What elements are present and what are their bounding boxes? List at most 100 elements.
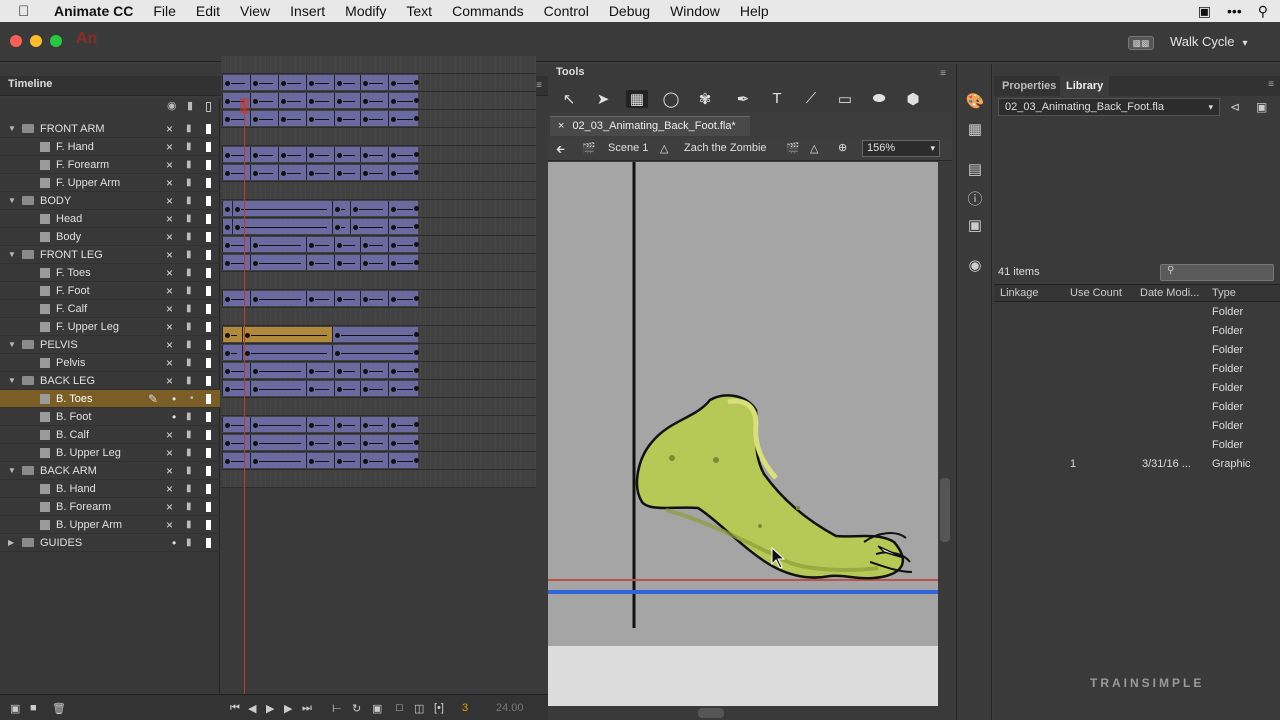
free-transform-tool-icon[interactable]: ▦ [626,90,648,108]
keyframe[interactable] [391,207,396,212]
tween-span[interactable] [232,201,332,216]
oval-tool-icon[interactable]: ⬬ [868,90,890,107]
lock-icon[interactable]: ▮ [186,321,192,332]
keyframe[interactable] [309,153,314,158]
hidden-x-icon[interactable]: × [166,500,173,514]
keyframe[interactable] [309,81,314,86]
close-tab-icon[interactable]: × [558,120,564,132]
keyframe[interactable] [235,225,240,230]
tween-span[interactable] [360,237,388,252]
keyframe[interactable] [337,243,342,248]
keyframe[interactable] [391,171,396,176]
tween-span[interactable] [306,111,334,126]
tween-span[interactable] [350,201,388,216]
edit-symbol-icon[interactable]: △ [810,142,818,155]
layer-name[interactable]: B. Upper Arm [56,519,122,531]
spotlight-search-icon[interactable]: ⚲ [1258,3,1268,20]
tween-span[interactable] [222,327,242,342]
info-panel-icon[interactable]: ⓘ [965,188,985,209]
tween-span[interactable] [222,345,242,360]
frame-row[interactable] [221,146,536,164]
library-item[interactable]: Folder [994,323,1280,342]
menu-commands[interactable]: Commands [452,3,524,19]
onion-outline-icon[interactable]: □ [396,702,403,714]
keyframe[interactable] [225,117,230,122]
outline-color-icon[interactable] [206,465,211,476]
keyframe[interactable] [391,81,396,86]
tween-span[interactable] [278,111,306,126]
keyframe[interactable] [253,297,258,302]
library-item[interactable]: 1 3/31/16 ... Graphic [994,456,1280,475]
keyframe[interactable] [225,153,230,158]
stage-artwork[interactable] [548,162,938,706]
tween-span[interactable] [306,147,334,162]
keyframe[interactable] [225,351,230,356]
tab-library[interactable]: Library [1060,76,1110,96]
keyframe[interactable] [253,387,258,392]
tween-span[interactable] [360,93,388,108]
keyframe[interactable] [253,459,258,464]
keyframe[interactable] [309,423,314,428]
keyframe[interactable] [253,99,258,104]
keyframe[interactable] [391,99,396,104]
outline-color-icon[interactable] [206,213,211,224]
tween-span[interactable] [242,345,332,360]
menu-file[interactable]: File [153,3,176,19]
show-hide-all-icon[interactable]: ◉ [167,99,177,112]
keyframe[interactable] [414,206,419,211]
keyframe[interactable] [281,117,286,122]
keyframe[interactable] [335,351,340,356]
frame-row[interactable] [221,182,536,200]
keyframe[interactable] [363,171,368,176]
keyframe[interactable] [225,387,230,392]
lock-icon[interactable]: ▮ [186,501,192,512]
swatches-panel-icon[interactable]: ▦ [965,120,985,138]
keyframe[interactable] [253,423,258,428]
apple-icon[interactable]:  [18,3,36,20]
tween-span[interactable] [306,75,334,90]
layer-folder[interactable]: ▼ BACK LEG × ▮ [0,372,220,390]
library-item[interactable]: Folder [994,418,1280,437]
go-to-last-frame-icon[interactable]: ⏭ [302,702,312,715]
layer-name[interactable]: B. Forearm [56,501,111,513]
keyframe[interactable] [309,117,314,122]
frame-row[interactable] [221,110,536,128]
keyframe[interactable] [414,116,419,121]
library-item[interactable]: Folder [994,380,1280,399]
keyframe[interactable] [391,387,396,392]
color-panel-icon[interactable]: 🎨 [965,92,985,110]
collapse-triangle-icon[interactable]: ▼ [8,340,18,349]
tween-span[interactable] [334,93,360,108]
keyframe[interactable] [337,459,342,464]
edit-multiple-frames-icon[interactable]: ◫ [414,702,424,715]
tween-span[interactable] [360,75,388,90]
layer-folder[interactable]: ▼ BODY × ▮ [0,192,220,210]
keyframe[interactable] [225,423,230,428]
visible-dot-icon[interactable]: • [172,392,176,406]
tween-span[interactable] [250,93,278,108]
tween-span[interactable] [242,327,332,342]
layer-name[interactable]: B. Foot [56,411,91,423]
hidden-x-icon[interactable]: × [166,428,173,442]
hidden-x-icon[interactable]: × [166,248,173,262]
outline-all-icon[interactable] [206,102,211,112]
outline-color-icon[interactable] [206,321,211,332]
frame-row[interactable] [221,344,536,362]
keyframe[interactable] [337,423,342,428]
outline-color-icon[interactable] [206,231,211,242]
lock-icon[interactable]: ▮ [186,357,192,368]
lock-icon[interactable]: ▮ [186,177,192,188]
keyframe[interactable] [363,459,368,464]
tween-span[interactable] [222,291,250,306]
transform-panel-icon[interactable]: ▣ [965,216,985,234]
keyframe[interactable] [391,459,396,464]
panel-menu-icon[interactable]: ≡ [536,80,542,91]
timeline-title[interactable]: Timeline [8,78,52,90]
keyframe[interactable] [337,81,342,86]
tween-span[interactable] [334,165,360,180]
keyframe[interactable] [337,297,342,302]
library-document-select[interactable]: 02_03_Animating_Back_Foot.fla ▾ [998,98,1220,116]
outline-color-icon[interactable] [206,285,211,296]
menu-edit[interactable]: Edit [196,3,220,19]
keyframe[interactable] [225,369,230,374]
